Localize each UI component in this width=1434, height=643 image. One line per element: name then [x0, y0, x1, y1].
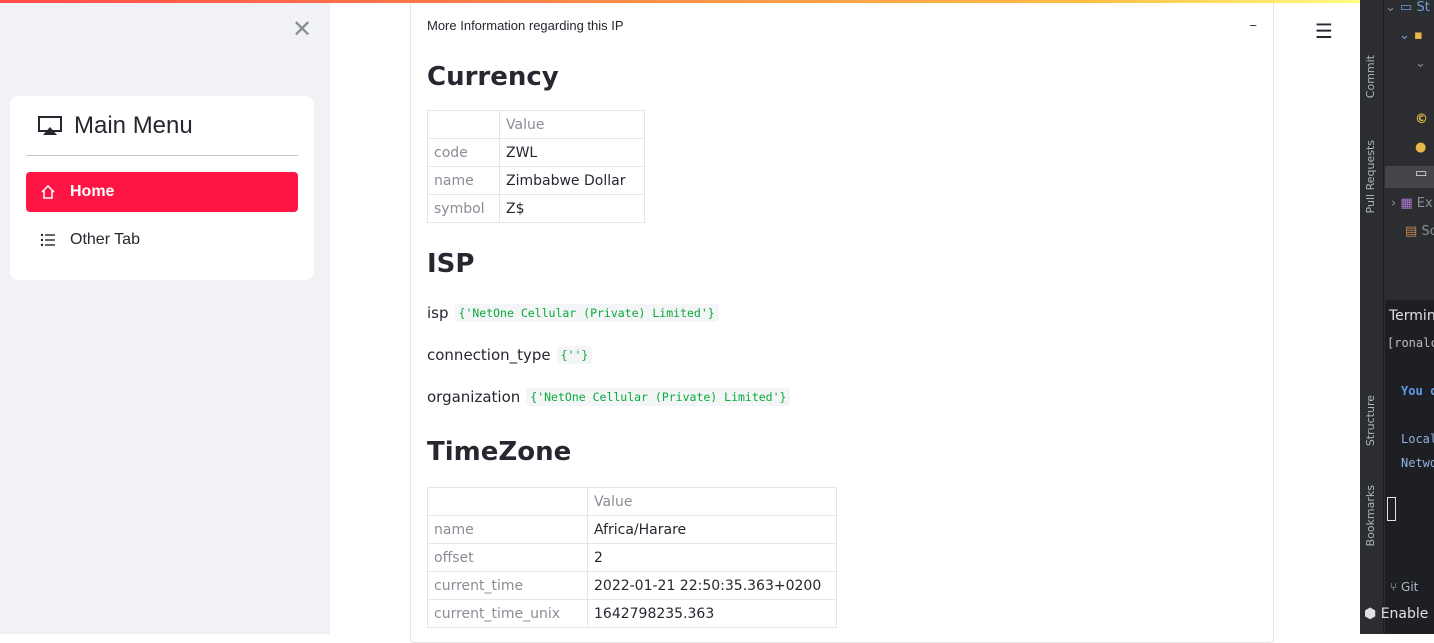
table-row: code ZWL	[427, 138, 645, 167]
field-key: organization	[427, 388, 521, 406]
project-tree: ⌄ ▭ St ⌄ ▪ ⌄ © ● ▭ › ▦ Ex ▤ Sc	[1385, 0, 1434, 300]
table-row: current_time_unix 1642798235.363	[427, 599, 837, 628]
table-cell-key: current_time_unix	[427, 599, 588, 628]
table-header-row: Value	[427, 487, 837, 516]
menu-title: Main Menu	[74, 111, 193, 139]
ide-tool-strip: Commit Pull Requests Structure Bookmarks	[1360, 0, 1384, 634]
table-cell-key: name	[427, 166, 500, 195]
table-cell-value: Z$	[499, 194, 645, 223]
table-cell-key: name	[427, 515, 588, 544]
enable-notification[interactable]: ⬢ Enable	[1364, 606, 1428, 622]
sidebar-item-other-tab[interactable]: Other Tab	[26, 220, 298, 260]
table-header-value: Value	[587, 487, 837, 516]
table-cell-key: code	[427, 138, 500, 167]
table-header-blank	[427, 487, 588, 516]
main-content: ☰ More Information regarding this IP − C…	[330, 3, 1360, 643]
git-tool-tab[interactable]: ⑂ Git	[1390, 580, 1418, 594]
currency-heading: Currency	[427, 62, 559, 92]
timezone-heading: TimeZone	[427, 437, 572, 467]
collapse-icon[interactable]: −	[1249, 18, 1257, 33]
terminal-line: You c	[1401, 384, 1434, 398]
tool-tab-bookmarks[interactable]: Bookmarks	[1364, 485, 1377, 546]
table-cell-key: offset	[427, 543, 588, 572]
ip-info-expander: More Information regarding this IP − Cur…	[410, 3, 1274, 643]
table-row: name Africa/Harare	[427, 515, 837, 544]
expander-body: Currency Value code ZWL name Zimbabwe Do…	[411, 62, 1273, 628]
airplay-icon	[38, 115, 62, 135]
field-value: {'NetOne Cellular (Private) Limited'}	[454, 304, 719, 322]
tree-item[interactable]: › ▦ Ex	[1385, 196, 1434, 218]
table-header-blank	[427, 110, 500, 139]
tool-tab-pull-requests[interactable]: Pull Requests	[1364, 140, 1377, 213]
table-cell-value: Africa/Harare	[587, 515, 837, 544]
isp-field: isp {'NetOne Cellular (Private) Limited'…	[427, 301, 1257, 325]
terminal-title[interactable]: Termin	[1389, 308, 1434, 324]
tool-tab-structure[interactable]: Structure	[1364, 395, 1377, 446]
terminal-line: Netwo	[1401, 456, 1434, 470]
table-header-value: Value	[499, 110, 645, 139]
tree-item[interactable]: ©	[1385, 112, 1434, 134]
tool-tab-commit[interactable]: Commit	[1364, 55, 1377, 98]
connection-type-field: connection_type {''}	[427, 343, 1257, 367]
table-row: current_time 2022-01-21 22:50:35.363+020…	[427, 571, 837, 600]
field-key: isp	[427, 304, 449, 322]
expander-title: More Information regarding this IP	[427, 18, 624, 33]
table-cell-key: symbol	[427, 194, 500, 223]
tree-item[interactable]: ⌄ ▭ St	[1385, 0, 1434, 22]
sidebar-item-home[interactable]: Home	[26, 172, 298, 212]
menu-header: Main Menu	[26, 96, 298, 156]
terminal-line: [ronalc	[1387, 336, 1434, 350]
list-icon	[40, 233, 55, 247]
sidebar-item-label: Other Tab	[70, 231, 140, 248]
table-header-row: Value	[427, 110, 645, 139]
expander-header[interactable]: More Information regarding this IP −	[411, 3, 1273, 48]
table-row: name Zimbabwe Dollar	[427, 166, 645, 195]
isp-heading: ISP	[427, 249, 475, 279]
organization-field: organization {'NetOne Cellular (Private)…	[427, 385, 1257, 409]
timezone-table: Value name Africa/Harare offset 2 curren…	[427, 487, 837, 628]
table-cell-value: ZWL	[499, 138, 645, 167]
terminal-line: Local	[1401, 432, 1434, 446]
table-cell-value: 2022-01-21 22:50:35.363+0200	[587, 571, 837, 600]
tree-item[interactable]: ⌄ ▪	[1385, 28, 1434, 50]
field-value: {''}	[556, 346, 593, 364]
currency-table: Value code ZWL name Zimbabwe Dollar symb…	[427, 110, 645, 223]
main-menu-card: Main Menu Home Other Tab	[10, 96, 314, 280]
tree-item[interactable]: ⌄	[1385, 56, 1434, 78]
close-sidebar-icon[interactable]: ✕	[292, 17, 312, 41]
table-cell-value: Zimbabwe Dollar	[499, 166, 645, 195]
table-cell-value: 2	[587, 543, 837, 572]
ide-window-edge: Commit Pull Requests Structure Bookmarks…	[1360, 0, 1434, 634]
table-row: offset 2	[427, 543, 837, 572]
sidebar-item-label: Home	[70, 183, 115, 200]
field-key: connection_type	[427, 346, 551, 364]
hamburger-menu-icon[interactable]: ☰	[1315, 21, 1333, 41]
table-cell-value: 1642798235.363	[587, 599, 837, 628]
house-icon	[41, 184, 55, 199]
table-cell-key: current_time	[427, 571, 588, 600]
table-row: symbol Z$	[427, 194, 645, 223]
tree-item[interactable]: ▤ Sc	[1385, 224, 1434, 246]
tree-item[interactable]: ▭	[1385, 166, 1434, 188]
sidebar: ✕ Main Menu Home Other Tab	[0, 3, 330, 634]
field-value: {'NetOne Cellular (Private) Limited'}	[526, 388, 791, 406]
tree-item[interactable]: ●	[1385, 140, 1434, 162]
terminal-cursor	[1387, 497, 1396, 521]
